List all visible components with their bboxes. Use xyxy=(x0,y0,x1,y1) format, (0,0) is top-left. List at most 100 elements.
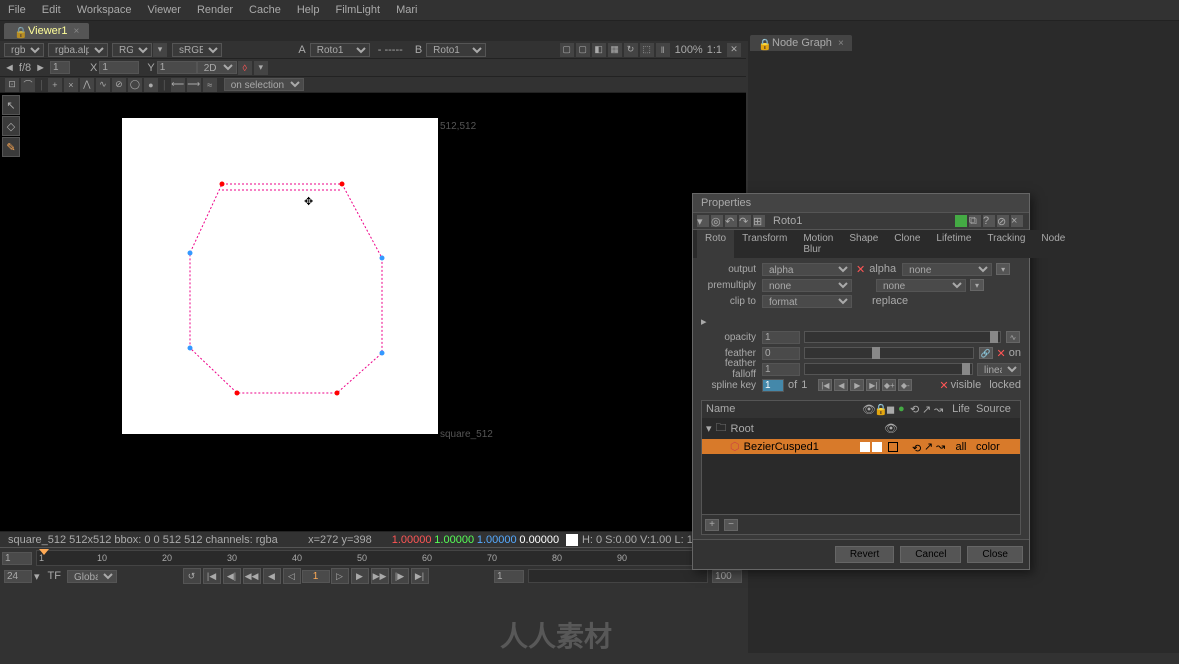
feather-in-icon[interactable]: ⟵ xyxy=(171,78,185,92)
center-icon[interactable]: ◎ xyxy=(711,215,723,227)
next-frame-icon[interactable]: ▷ xyxy=(331,568,349,584)
status-icon[interactable] xyxy=(955,215,967,227)
fullframe-icon[interactable]: ▢ xyxy=(576,43,590,57)
item-solo-icon[interactable]: ↗ xyxy=(924,440,934,453)
pin-icon[interactable]: ⊘ xyxy=(997,215,1009,227)
visible-label[interactable]: visible xyxy=(951,379,982,391)
menu-help[interactable]: Help xyxy=(297,4,320,16)
camera-icon[interactable]: ▾ xyxy=(254,61,268,75)
play-icon[interactable]: ▶ xyxy=(351,568,369,584)
item-vis-icon[interactable] xyxy=(860,442,870,452)
feather-out-icon[interactable]: ⟶ xyxy=(187,78,201,92)
redo-icon[interactable]: ↷ xyxy=(739,215,751,227)
item-lock-icon[interactable] xyxy=(872,442,882,452)
fullres-icon[interactable]: ⬚ xyxy=(640,43,654,57)
del-key-icon[interactable]: ◆- xyxy=(898,379,912,391)
opacity-input[interactable] xyxy=(762,331,800,344)
help-icon[interactable]: ? xyxy=(983,215,995,227)
next-key2-icon[interactable]: ▶ xyxy=(850,379,864,391)
tf-label[interactable]: TF xyxy=(48,570,61,582)
locked-label[interactable]: locked xyxy=(989,379,1021,391)
premult-select[interactable]: none xyxy=(762,279,852,292)
close-icon[interactable]: × xyxy=(74,26,80,37)
tab-transform[interactable]: Transform xyxy=(734,230,795,258)
zoom-display[interactable]: 100% xyxy=(675,44,703,56)
current-frame-input[interactable] xyxy=(302,570,330,583)
tab-tracking[interactable]: Tracking xyxy=(979,230,1033,258)
global-select[interactable]: Global xyxy=(67,570,117,583)
loop-icon[interactable]: ↺ xyxy=(183,568,201,584)
menu-file[interactable]: File xyxy=(8,4,26,16)
tab-node[interactable]: Node xyxy=(1033,230,1073,258)
anim-menu-icon[interactable]: ▾ xyxy=(996,263,1010,275)
expand2-icon[interactable]: ✕ xyxy=(997,347,1006,360)
pause-icon[interactable]: ‖ xyxy=(656,43,670,57)
mask-channel[interactable]: alpha xyxy=(869,263,896,275)
close-icon[interactable]: × xyxy=(838,38,844,49)
roto-shape[interactable]: ✥ xyxy=(122,118,438,434)
play-back-icon[interactable]: ◀ xyxy=(263,568,281,584)
x-input[interactable] xyxy=(99,61,139,74)
smooth-icon[interactable]: ∿ xyxy=(96,78,110,92)
prev-key-icon[interactable]: ◀| xyxy=(223,568,241,584)
tab-clone[interactable]: Clone xyxy=(886,230,928,258)
mask-from-select[interactable]: none xyxy=(902,263,992,276)
timeline-ruler-bottom[interactable] xyxy=(528,569,708,583)
life-value[interactable]: all xyxy=(946,441,976,453)
rgb-select[interactable]: RGB xyxy=(112,43,152,57)
curve-tool-icon[interactable]: ⌒ xyxy=(21,78,35,92)
range-start-input[interactable] xyxy=(2,552,32,565)
clip-select[interactable]: format xyxy=(762,295,852,308)
viewer-tab[interactable]: 🔒 Viewer1 × xyxy=(4,23,89,39)
next-key-icon[interactable]: |▶ xyxy=(391,568,409,584)
tree-root-row[interactable]: ▾ 🗀 Root 👁 xyxy=(702,418,1020,439)
anim-menu-icon[interactable]: ▾ xyxy=(970,279,984,291)
replace-label[interactable]: replace xyxy=(872,295,908,307)
collapse-icon[interactable]: ▾ xyxy=(697,215,709,227)
ratio-display[interactable]: 1:1 xyxy=(707,44,722,56)
menu-cache[interactable]: Cache xyxy=(249,4,281,16)
selection-mode-select[interactable]: on selection xyxy=(224,78,304,91)
output-select[interactable]: alpha xyxy=(762,263,852,276)
nodegraph-tab[interactable]: 🔒 Node Graph × xyxy=(750,35,852,51)
opacity-slider[interactable] xyxy=(804,331,1001,343)
remove-shape-icon[interactable]: − xyxy=(724,519,738,531)
item-motion-icon[interactable]: ↝ xyxy=(936,440,946,453)
link-icon[interactable]: 🔗 xyxy=(979,347,993,359)
menu-mari[interactable]: Mari xyxy=(396,4,417,16)
timeline-ruler[interactable]: 1 10 20 30 40 50 60 70 80 90 100 xyxy=(36,550,710,566)
remove-point-icon[interactable]: × xyxy=(64,78,78,92)
tab-shape[interactable]: Shape xyxy=(841,230,886,258)
viewer-canvas[interactable]: ↖ ◇ ✎ ✥ 512,512 square_512 xyxy=(0,93,746,531)
close-icon[interactable]: × xyxy=(1011,215,1023,227)
add-point-icon[interactable]: + xyxy=(48,78,62,92)
channel-select[interactable]: rgba xyxy=(4,43,44,57)
node-name[interactable]: Roto1 xyxy=(773,215,802,227)
wipe-slider[interactable]: - ----- xyxy=(378,44,403,56)
falloff-input[interactable] xyxy=(762,363,800,376)
eye-icon[interactable]: 👁 xyxy=(884,422,896,435)
select-all-icon[interactable]: ⊡ xyxy=(5,78,19,92)
revert-button[interactable]: Revert xyxy=(835,546,894,563)
cusp-icon[interactable]: ⋀ xyxy=(80,78,94,92)
menu-viewer[interactable]: Viewer xyxy=(148,4,181,16)
b-node-select[interactable]: Roto1 xyxy=(426,43,486,57)
fps-input[interactable] xyxy=(4,570,32,583)
fstop-prev[interactable]: ◄ xyxy=(4,62,15,74)
open-icon[interactable]: ◯ xyxy=(128,78,142,92)
menu-workspace[interactable]: Workspace xyxy=(77,4,132,16)
a-node-select[interactable]: Roto1 xyxy=(310,43,370,57)
srgb-select[interactable]: sRGB xyxy=(172,43,222,57)
fstop-input[interactable] xyxy=(50,61,70,74)
ripple-icon[interactable]: ≈ xyxy=(203,78,217,92)
source-value[interactable]: color xyxy=(976,441,1016,453)
visible-toggle-icon[interactable]: ✕ xyxy=(939,379,948,392)
point-tool-icon[interactable]: ◇ xyxy=(2,116,20,136)
add-key-icon[interactable]: ◆+ xyxy=(882,379,896,391)
tab-roto[interactable]: Roto xyxy=(697,230,734,258)
menu-edit[interactable]: Edit xyxy=(42,4,61,16)
first-key-icon[interactable]: |◀ xyxy=(818,379,832,391)
cancel-button[interactable]: Cancel xyxy=(900,546,961,563)
range2-end-input[interactable] xyxy=(712,570,742,583)
fstop-next[interactable]: ► xyxy=(35,62,46,74)
